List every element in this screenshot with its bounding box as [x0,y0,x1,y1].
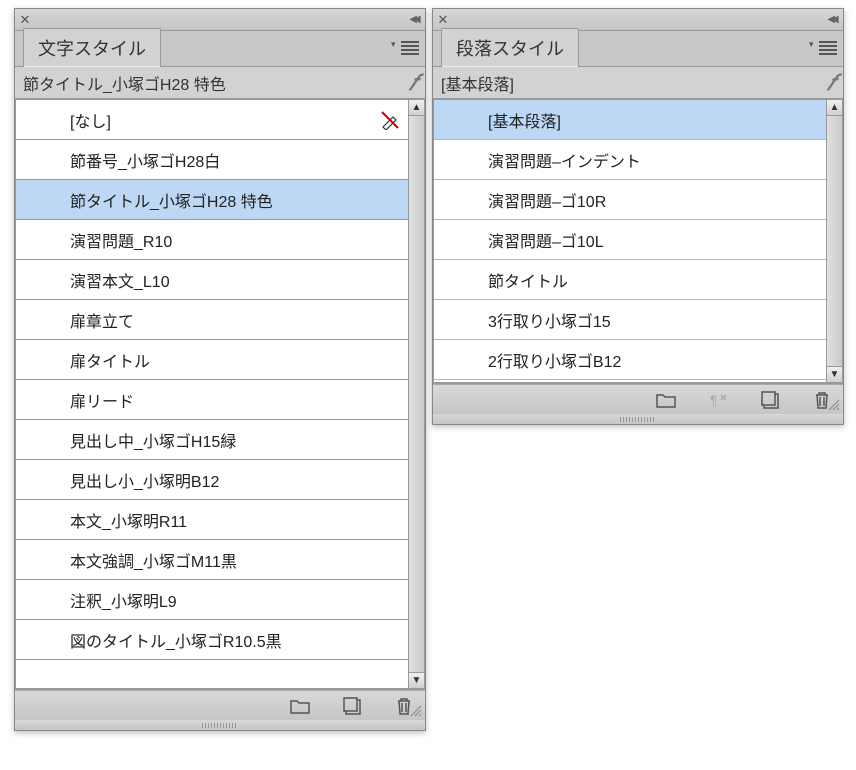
list-item[interactable]: 節タイトル [434,260,826,300]
style-list: [基本段落] 演習問題‒インデント演習問題‒ゴ10R 演習問題‒ゴ10L 節タイトル 3… [433,99,827,383]
list-item-label: 節番号_小塚ゴH28白 [70,148,220,172]
scrollbar[interactable]: ▲ ▼ [409,99,425,689]
list-item-label: 扉章立て [70,308,134,332]
list-item[interactable]: 図のタイトル_小塚ゴR10.5黒 [16,620,408,660]
list-item-label: 本文強調_小塚ゴM11黒 [70,548,237,572]
list-item[interactable]: 扉タイトル [16,340,408,380]
scroll-down-icon[interactable]: ▼ [409,672,424,688]
group-folder-icon[interactable] [289,695,311,717]
list-item-label: 見出し中_小塚ゴH15緑 [70,428,236,452]
group-folder-icon[interactable] [655,389,677,411]
resize-grip-icon[interactable] [828,399,840,411]
current-style-label: 節タイトル_小塚ゴH28 特色 [23,71,226,95]
list-item-label: 扉タイトル [70,348,150,372]
panel-menu-icon[interactable] [819,41,837,55]
panel-footer [15,690,425,720]
new-style-icon[interactable] [341,695,363,717]
list-item[interactable]: 2行取り小塚ゴB12 [434,340,826,380]
style-list-container: [なし] 節番号_小塚ゴH28白節タイトル_小塚ゴH28 特色演習問題_R10 演習… [15,99,425,690]
list-item[interactable]: 演習問題_R10 [16,220,408,260]
no-style-icon [380,110,400,130]
scroll-track[interactable] [409,116,424,672]
scroll-up-icon[interactable]: ▲ [409,100,424,116]
collapse-icon[interactable]: ◀◀ [819,14,843,25]
list-item-label: [基本段落] [488,108,561,132]
clear-override-icon: ¶ [707,389,729,411]
list-item[interactable]: 扉章立て [16,300,408,340]
list-item-label: 節タイトル_小塚ゴH28 特色 [70,188,273,212]
tab-row: 段落スタイル [433,31,843,67]
scroll-up-icon[interactable]: ▲ [827,100,842,116]
list-item[interactable]: 本文_小塚明R11 [16,500,408,540]
quick-apply-icon[interactable]: 𝑓 [407,70,419,96]
list-item-label: [なし] [70,108,111,132]
list-item[interactable]: 節タイトル_小塚ゴH28 特色 [16,180,408,220]
character-styles-panel: ✕ ◀◀ 文字スタイル 節タイトル_小塚ゴH28 特色 𝑓 [なし] 節番号_小塚… [14,8,426,731]
list-item-label: 2行取り小塚ゴB12 [488,348,621,372]
tab-label: 段落スタイル [456,39,564,59]
panel-grabber[interactable] [15,720,425,730]
list-item[interactable]: 見出し中_小塚ゴH15緑 [16,420,408,460]
list-item-label: 演習問題‒ゴ10L [488,228,604,252]
list-item-label: 注釈_小塚明L9 [70,588,177,612]
list-item[interactable]: 演習問題‒ゴ10R [434,180,826,220]
list-item[interactable]: 節番号_小塚ゴH28白 [16,140,408,180]
list-item[interactable]: 3行取り小塚ゴ15 [434,300,826,340]
list-item[interactable]: [基本段落] [434,100,826,140]
tab-paragraph-styles[interactable]: 段落スタイル [441,28,579,67]
current-style-row: [基本段落] 𝑓 [433,67,843,99]
paragraph-styles-panel: ✕ ◀◀ 段落スタイル [基本段落] 𝑓 [基本段落] 演習問題‒インデント演習問… [432,8,844,425]
list-item-label: 3行取り小塚ゴ15 [488,308,611,332]
current-style-label: [基本段落] [441,71,514,95]
close-icon[interactable]: ✕ [15,10,35,30]
tab-row: 文字スタイル [15,31,425,67]
list-item[interactable]: 演習問題‒インデント [434,140,826,180]
list-item-label: 本文_小塚明R11 [70,508,187,532]
list-item[interactable]: [なし] [16,100,408,140]
list-item[interactable]: 演習問題‒ゴ10L [434,220,826,260]
panel-grabber[interactable] [433,414,843,424]
list-item-label: 扉リード [70,388,134,412]
current-style-row: 節タイトル_小塚ゴH28 特色 𝑓 [15,67,425,99]
list-item-label: 演習本文_L10 [70,268,170,292]
list-item[interactable]: 演習本文_L10 [16,260,408,300]
new-style-icon[interactable] [759,389,781,411]
resize-grip-icon[interactable] [410,705,422,717]
panel-menu-icon[interactable] [401,41,419,55]
list-item[interactable]: 本文強調_小塚ゴM11黒 [16,540,408,580]
quick-apply-icon[interactable]: 𝑓 [825,70,837,96]
scroll-down-icon[interactable]: ▼ [827,366,842,382]
collapse-icon[interactable]: ◀◀ [401,14,425,25]
close-icon[interactable]: ✕ [433,10,453,30]
style-list: [なし] 節番号_小塚ゴH28白節タイトル_小塚ゴH28 特色演習問題_R10 演習… [15,99,409,689]
style-list-container: [基本段落] 演習問題‒インデント演習問題‒ゴ10R 演習問題‒ゴ10L 節タイトル 3… [433,99,843,384]
scroll-track[interactable] [827,116,842,366]
scrollbar[interactable]: ▲ ▼ [827,99,843,383]
panel-footer: ¶ [433,384,843,414]
list-item[interactable]: 扉リード [16,380,408,420]
list-item-label: 演習問題‒ゴ10R [488,188,606,212]
list-item[interactable]: 注釈_小塚明L9 [16,580,408,620]
tab-label: 文字スタイル [38,39,146,59]
list-item-label: 図のタイトル_小塚ゴR10.5黒 [70,628,282,652]
tab-character-styles[interactable]: 文字スタイル [23,28,161,67]
list-item-label: 演習問題_R10 [70,228,172,252]
list-item-label: 節タイトル [488,268,568,292]
list-item[interactable]: 見出し小_小塚明B12 [16,460,408,500]
list-item-label: 演習問題‒インデント [488,148,641,172]
svg-text:¶: ¶ [710,392,718,408]
list-item-label: 見出し小_小塚明B12 [70,468,219,492]
